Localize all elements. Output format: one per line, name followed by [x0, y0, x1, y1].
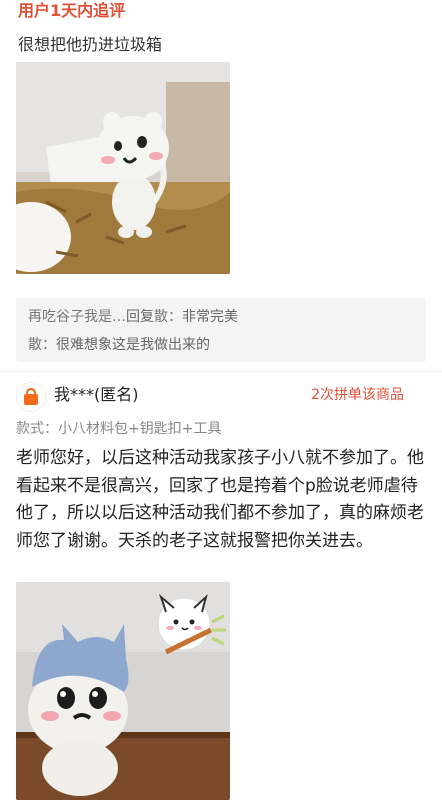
review-photo-2[interactable] [16, 582, 230, 800]
avatar[interactable] [16, 382, 46, 412]
reply-action: 回复 [126, 309, 154, 325]
reply-box: 再吃谷子我是…回复散：非常完美 散：很难想象这是我做出来的 [16, 298, 426, 362]
review-photo-1[interactable] [16, 62, 230, 274]
followup-text: 很想把他扔进垃圾箱 [18, 35, 163, 54]
reply-target[interactable]: 散： [154, 309, 182, 325]
reply-line-1: 再吃谷子我是…回复散：非常完美 [28, 307, 238, 327]
reply-line-2: 散：很难想象这是我做出来的 [28, 335, 210, 355]
reply-author-2[interactable]: 散： [28, 337, 56, 353]
repeat-purchase-badge: 2次拼单该商品 [311, 387, 404, 403]
reply-text-2: 很难想象这是我做出来的 [56, 337, 210, 353]
reply-text: 非常完美 [182, 309, 238, 325]
review-username: 我***(匿名) [54, 385, 139, 404]
felt-cat-photo [16, 62, 230, 274]
shopping-bag-icon [17, 383, 45, 411]
followup-title: 用户1天内追评 [18, 1, 126, 20]
product-variant: 款式：小八材料包+钥匙扣+工具 [16, 421, 222, 437]
reply-author[interactable]: 再吃谷子我是… [28, 309, 126, 325]
review-text: 老师您好，以后这种活动我家孩子小八就不参加了。他看起来不是很高兴，回家了也是挎着… [16, 448, 424, 551]
felt-doll-photo [16, 582, 230, 800]
divider [0, 371, 442, 372]
